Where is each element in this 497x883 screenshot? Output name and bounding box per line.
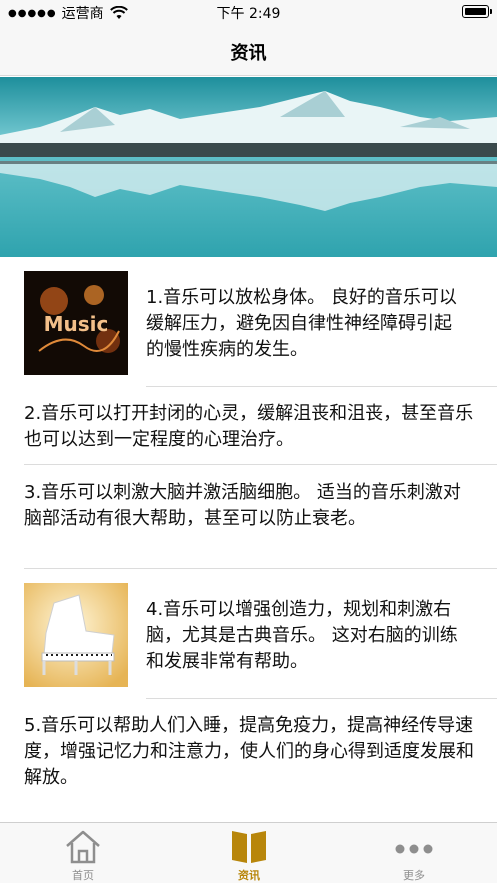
mountain-lake-photo [0, 77, 497, 257]
status-bar: ●●●●● 运营商 下午 2:49 [0, 0, 497, 24]
tab-bar: 首页 资讯 更多 [0, 822, 497, 883]
battery-icon [462, 5, 492, 18]
navigation-bar: 资讯 [0, 24, 497, 76]
home-icon [66, 830, 100, 864]
tab-label: 更多 [403, 869, 425, 882]
tab-home[interactable]: 首页 [0, 823, 166, 883]
news-text: 1.音乐可以放松身体。 良好的音乐可以缓解压力，避免因自律性神经障碍引起的慢性疾… [146, 287, 457, 360]
news-text: 2.音乐可以打开封闭的心灵，缓解沮丧和沮丧，甚至音乐也可以达到一定程度的心理治疗… [24, 403, 474, 450]
thumb-caption: Music [44, 312, 109, 336]
piano-thumbnail [24, 583, 128, 687]
tab-label: 首页 [72, 869, 94, 882]
news-list: Music 1.音乐可以放松身体。 良好的音乐可以缓解压力，避免因自律性神经障碍… [0, 257, 497, 822]
book-icon [232, 831, 266, 863]
tab-more[interactable]: 更多 [331, 823, 497, 883]
news-text: 5.音乐可以帮助人们入睡，提高免疫力，提高神经传导速度，增强记忆力和注意力，使人… [24, 715, 474, 788]
list-item[interactable]: Music 1.音乐可以放松身体。 良好的音乐可以缓解压力，避免因自律性神经障碍… [0, 257, 497, 387]
list-item[interactable]: 2.音乐可以打开封闭的心灵，缓解沮丧和沮丧，甚至音乐也可以达到一定程度的心理治疗… [0, 387, 497, 465]
page-title: 资讯 [230, 43, 267, 64]
news-text: 4.音乐可以增强创造力，规划和刺激右脑，尤其是古典音乐。 这对右脑的训练和发展非… [146, 599, 458, 672]
tab-news[interactable]: 资讯 [166, 823, 332, 883]
list-item[interactable]: 4.音乐可以增强创造力，规划和刺激右脑，尤其是古典音乐。 这对右脑的训练和发展非… [0, 569, 497, 699]
status-time: 下午 2:49 [216, 6, 281, 22]
list-item[interactable]: 3.音乐可以刺激大脑并激活脑细胞。 适当的音乐刺激对脑部活动有很大帮助，甚至可以… [0, 465, 497, 569]
list-item[interactable]: 5.音乐可以帮助人们入睡，提高免疫力，提高神经传导速度，增强记忆力和注意力，使人… [0, 699, 497, 822]
music-thumbnail: Music [24, 271, 128, 375]
white-piano-photo [24, 583, 128, 687]
tab-label: 资讯 [238, 869, 260, 882]
banner-image[interactable] [0, 77, 497, 257]
more-icon [395, 844, 433, 854]
news-text: 3.音乐可以刺激大脑并激活脑细胞。 适当的音乐刺激对脑部活动有很大帮助，甚至可以… [24, 482, 461, 529]
